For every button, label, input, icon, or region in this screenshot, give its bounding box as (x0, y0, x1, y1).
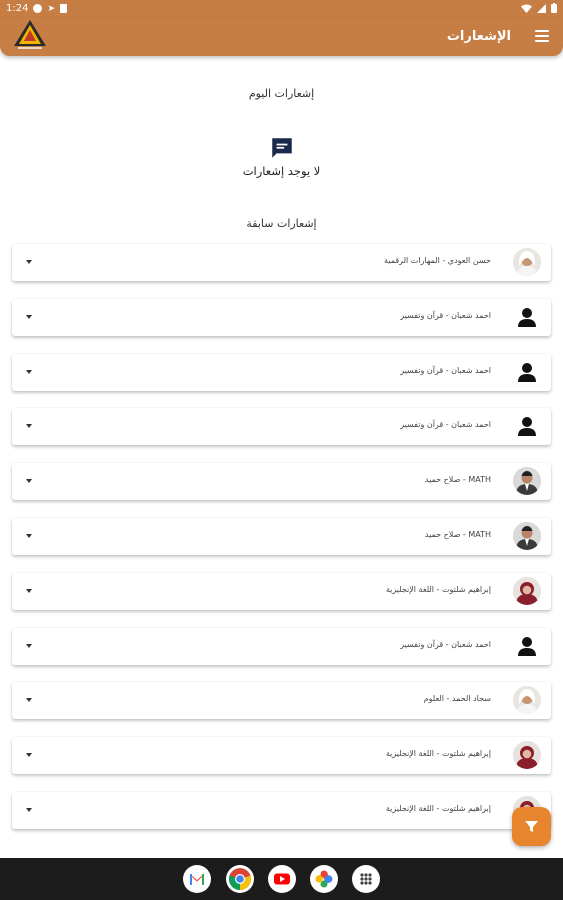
app-bar: الإشعارات (0, 18, 563, 56)
sim-card-icon (60, 4, 68, 13)
status-bar: 1:24 ➤ (0, 0, 563, 18)
notification-label: MATH - صلاح حميد (424, 530, 491, 539)
chevron-down-icon[interactable] (26, 315, 32, 319)
avatar (513, 577, 541, 605)
notification-card[interactable]: MATH - صلاح حميد (12, 463, 551, 500)
notification-label: إبراهيم شلتوت - اللغة الإنجليزية (385, 749, 491, 758)
today-heading: إشعارات اليوم (248, 87, 315, 100)
notification-card[interactable]: إبراهيم شلتوت - اللغة الإنجليزية (12, 737, 551, 774)
avatar (513, 741, 541, 769)
chevron-down-icon[interactable] (26, 808, 32, 812)
filter-icon (525, 821, 538, 832)
hamburger-menu-icon[interactable] (535, 30, 549, 42)
send-icon: ➤ (47, 3, 56, 14)
chevron-down-icon[interactable] (26, 753, 32, 757)
page-title: الإشعارات (446, 29, 511, 44)
signal-icon (537, 3, 546, 16)
notification-label: حسن العودي - المهارات الرقمية (384, 256, 491, 265)
triangle-logo-icon[interactable] (12, 18, 48, 52)
notification-card[interactable]: احمد شعبان - قرآن وتفسير (12, 408, 551, 445)
photos-icon[interactable] (310, 865, 338, 893)
empty-message: لا يوجد إشعارات (242, 164, 321, 178)
chevron-down-icon[interactable] (26, 698, 32, 702)
notification-label: MATH - صلاح حميد (424, 475, 491, 484)
person-icon (513, 358, 541, 386)
person-icon (513, 412, 541, 440)
status-time: 1:24 (6, 3, 29, 14)
previous-heading: إشعارات سابقة (246, 217, 317, 230)
notification-card[interactable]: سجاد الحمد - العلوم (12, 682, 551, 719)
chat-bubble-icon (269, 135, 295, 161)
notification-label: احمد شعبان - قرآن وتفسير (400, 366, 491, 375)
chevron-down-icon[interactable] (26, 479, 32, 483)
gmail-icon[interactable] (183, 865, 211, 893)
bottom-dock (0, 858, 563, 900)
chevron-down-icon[interactable] (26, 534, 32, 538)
notification-card[interactable]: حسن العودي - المهارات الرقمية (12, 244, 551, 281)
app-drawer-icon[interactable] (352, 865, 380, 893)
chrome-icon[interactable] (226, 865, 254, 893)
notification-card[interactable]: MATH - صلاح حميد (12, 518, 551, 555)
youtube-icon[interactable] (268, 865, 296, 893)
notification-label: احمد شعبان - قرآن وتفسير (400, 311, 491, 320)
chevron-down-icon[interactable] (26, 589, 32, 593)
notification-card[interactable]: احمد شعبان - قرآن وتفسير (12, 299, 551, 336)
notification-label: سجاد الحمد - العلوم (423, 694, 491, 703)
filter-button[interactable] (512, 807, 551, 846)
notification-label: إبراهيم شلتوت - اللغة الإنجليزية (385, 804, 491, 813)
avatar (513, 248, 541, 276)
chevron-down-icon[interactable] (26, 370, 32, 374)
notification-card[interactable]: احمد شعبان - قرآن وتفسير (12, 628, 551, 665)
notification-card[interactable]: احمد شعبان - قرآن وتفسير (12, 354, 551, 391)
person-icon (513, 303, 541, 331)
wifi-icon (521, 4, 532, 16)
avatar (513, 686, 541, 714)
notification-card[interactable]: إبراهيم شلتوت - اللغة الإنجليزية (12, 573, 551, 610)
avatar (513, 522, 541, 550)
battery-icon (551, 3, 557, 16)
chevron-down-icon[interactable] (26, 424, 32, 428)
avatar (513, 467, 541, 495)
chevron-down-icon[interactable] (26, 644, 32, 648)
notification-card[interactable]: إبراهيم شلتوت - اللغة الإنجليزية (12, 792, 551, 829)
notification-label: احمد شعبان - قرآن وتفسير (400, 640, 491, 649)
notification-label: إبراهيم شلتوت - اللغة الإنجليزية (385, 585, 491, 594)
person-icon (513, 632, 541, 660)
notification-label: احمد شعبان - قرآن وتفسير (400, 420, 491, 429)
data-saver-icon (33, 4, 43, 13)
chevron-down-icon[interactable] (26, 260, 32, 264)
